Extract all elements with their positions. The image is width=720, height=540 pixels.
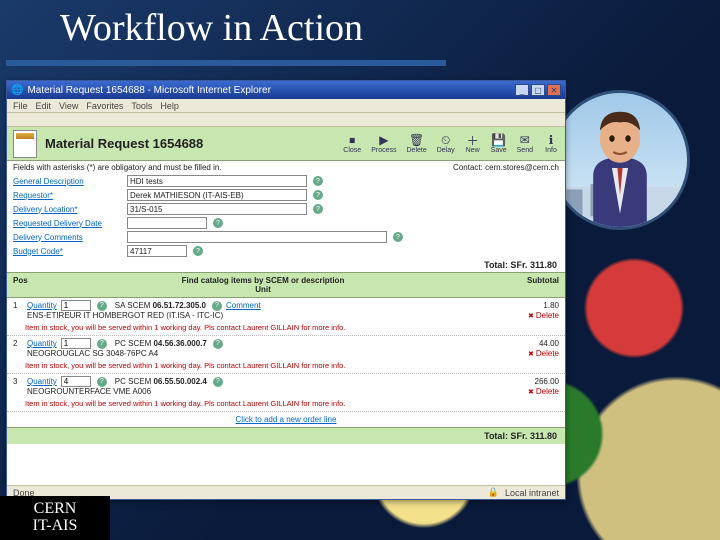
send-action[interactable]: ✉Send	[517, 133, 533, 154]
col-find: Find catalog items by SCEM or descriptio…	[37, 276, 489, 294]
field-budget[interactable]: 47117	[127, 245, 187, 257]
close-action[interactable]: ⏹Close	[343, 133, 361, 154]
help-icon[interactable]: ?	[213, 218, 223, 228]
page-content: Material Request 1654688 ⏹Close ▶Process…	[7, 127, 565, 485]
delete-line[interactable]: Delete	[528, 349, 559, 358]
menu-favorites[interactable]: Favorites	[86, 101, 123, 111]
info-action[interactable]: ℹInfo	[543, 133, 559, 154]
qty-label[interactable]: Quantity	[27, 377, 57, 386]
field-requestor[interactable]: Derek MATHIESON (IT-AIS-EB)	[127, 189, 307, 201]
page-title: Material Request 1654688	[45, 136, 203, 151]
qty-label[interactable]: Quantity	[27, 339, 57, 348]
help-icon[interactable]: ?	[213, 377, 223, 387]
required-note: Fields with asterisks (*) are obligatory…	[13, 163, 222, 172]
menu-help[interactable]: Help	[160, 101, 179, 111]
menu-tools[interactable]: Tools	[131, 101, 152, 111]
ie-logo-icon: 🌐	[11, 85, 23, 96]
browser-toolbar[interactable]	[7, 113, 565, 127]
add-order-line[interactable]: Click to add a new order line	[7, 412, 565, 427]
title-underline	[6, 60, 446, 66]
menu-edit[interactable]: Edit	[36, 101, 52, 111]
help-icon[interactable]: ?	[213, 339, 223, 349]
save-action[interactable]: 💾Save	[491, 133, 507, 154]
browser-menubar[interactable]: File Edit View Favorites Tools Help	[7, 99, 565, 113]
help-icon[interactable]: ?	[313, 204, 323, 214]
field-delivery-loc[interactable]: 31/S-015	[127, 203, 307, 215]
delete-line[interactable]: Delete	[528, 387, 559, 396]
header-total: Total: SFr. 311.80	[7, 258, 565, 272]
grand-total: Total: SFr. 311.80	[7, 427, 565, 444]
help-icon[interactable]: ?	[393, 232, 403, 242]
line-subtotal: 1.80	[543, 301, 559, 310]
help-icon[interactable]: ?	[97, 301, 107, 311]
businessman-avatar	[550, 90, 690, 230]
close-button[interactable]: ✕	[547, 84, 561, 96]
help-icon[interactable]: ?	[97, 339, 107, 349]
scem-label: PC SCEM 04.56.36.000.7	[115, 339, 207, 348]
col-pos: Pos	[13, 276, 37, 294]
order-line: 2 Quantity ? PC SCEM 04.56.36.000.7 ? 44…	[7, 336, 565, 360]
new-action[interactable]: ＋New	[465, 133, 481, 154]
menu-file[interactable]: File	[13, 101, 28, 111]
stock-message: Item in stock, you will be served within…	[7, 360, 565, 374]
line-subtotal: 44.00	[539, 339, 559, 348]
scem-label: SA SCEM 06.51.72.305.0	[115, 301, 206, 310]
action-toolbar: ⏹Close ▶Process 🗑Delete ⏲Delay ＋New 💾Sav…	[343, 133, 559, 154]
delete-line[interactable]: Delete	[528, 311, 559, 320]
help-icon[interactable]: ?	[313, 190, 323, 200]
menu-view[interactable]: View	[59, 101, 78, 111]
required-note-row: Fields with asterisks (*) are obligatory…	[7, 161, 565, 174]
lock-icon: 🔒	[488, 487, 499, 498]
line-desc: NEOGROUNTERFACE VME A006	[13, 387, 151, 396]
qty-input[interactable]	[61, 376, 91, 387]
label-delivery-loc[interactable]: Delivery Location*	[13, 205, 123, 214]
help-icon[interactable]: ?	[97, 377, 107, 387]
field-delivery-comments[interactable]	[127, 231, 387, 243]
browser-window: 🌐 Material Request 1654688 - Microsoft I…	[6, 80, 566, 500]
field-delivery-date[interactable]	[127, 217, 207, 229]
order-line: 1 Quantity ? SA SCEM 06.51.72.305.0 ? Co…	[7, 298, 565, 322]
comment-link[interactable]: Comment	[226, 301, 261, 310]
label-general-desc[interactable]: General Description	[13, 177, 123, 186]
order-line: 3 Quantity ? PC SCEM 06.55.50.002.4 ? 26…	[7, 374, 565, 398]
maximize-button[interactable]: ▢	[531, 84, 545, 96]
line-desc: NEOGROUGLAC SG 3048-76PC A4	[13, 349, 158, 358]
delete-action[interactable]: 🗑Delete	[407, 133, 427, 154]
stock-message: Item in stock, you will be served within…	[7, 322, 565, 336]
field-general-desc[interactable]: HDI tests	[127, 175, 307, 187]
process-action[interactable]: ▶Process	[371, 133, 396, 154]
label-delivery-date[interactable]: Requested Delivery Date	[13, 219, 123, 228]
window-titlebar[interactable]: 🌐 Material Request 1654688 - Microsoft I…	[7, 81, 565, 99]
catalog-header: Pos Find catalog items by SCEM or descri…	[7, 272, 565, 298]
help-icon[interactable]: ?	[313, 176, 323, 186]
zone-label: Local intranet	[505, 488, 559, 498]
label-requestor[interactable]: Requestor*	[13, 191, 123, 200]
delay-action[interactable]: ⏲Delay	[437, 133, 455, 154]
page-header: Material Request 1654688 ⏹Close ▶Process…	[7, 127, 565, 161]
line-desc: ENS-ETIREUR IT HOMBERGOT RED (IT.ISA - I…	[13, 311, 223, 320]
qty-label[interactable]: Quantity	[27, 301, 57, 310]
line-pos: 2	[13, 339, 23, 348]
qty-input[interactable]	[61, 338, 91, 349]
line-pos: 1	[13, 301, 23, 310]
footer-badge: CERN IT-AIS	[0, 496, 110, 540]
help-icon[interactable]: ?	[212, 301, 222, 311]
document-icon	[13, 130, 37, 158]
minimize-button[interactable]: _	[515, 84, 529, 96]
help-icon[interactable]: ?	[193, 246, 203, 256]
contact-label: Contact: cern.stores@cern.ch	[453, 163, 559, 172]
qty-input[interactable]	[61, 300, 91, 311]
line-subtotal: 266.00	[535, 377, 559, 386]
scem-label: PC SCEM 06.55.50.002.4	[115, 377, 207, 386]
stock-message: Item in stock, you will be served within…	[7, 398, 565, 412]
col-subtotal: Subtotal	[489, 276, 559, 294]
label-budget[interactable]: Budget Code*	[13, 247, 123, 256]
slide-title: Workflow in Action	[60, 6, 363, 50]
line-pos: 3	[13, 377, 23, 386]
label-delivery-comments[interactable]: Delivery Comments	[13, 233, 123, 242]
window-title: Material Request 1654688 - Microsoft Int…	[27, 85, 270, 96]
